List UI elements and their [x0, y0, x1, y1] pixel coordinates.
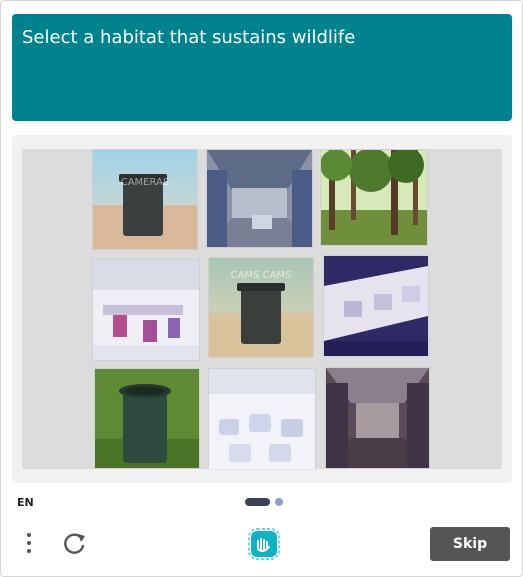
page-indicator	[245, 498, 285, 506]
grid-tile-trash-can-desert[interactable]: CAMS CAMS	[209, 258, 313, 357]
image-grid: CAMERAS CAMS CAMS	[22, 149, 502, 469]
captcha-widget: Select a habitat that sustains wildlife …	[0, 0, 523, 577]
language-selector[interactable]: EN	[17, 496, 34, 509]
skip-button[interactable]: Skip	[430, 527, 510, 561]
grid-tile-factory-white-robots[interactable]	[209, 369, 315, 469]
prompt-banner: Select a habitat that sustains wildlife	[12, 14, 512, 121]
grid-tile-factory-hall-dark[interactable]	[326, 368, 429, 468]
more-vertical-icon[interactable]	[19, 531, 39, 559]
hcaptcha-logo-icon	[247, 527, 281, 561]
challenge-area: CAMERAS CAMS CAMS	[12, 135, 512, 483]
tile-watermark: CAMS CAMS	[231, 270, 292, 281]
prompt-text: Select a habitat that sustains wildlife	[22, 27, 356, 48]
page-dot	[275, 498, 283, 506]
grid-tile-factory-white[interactable]	[93, 260, 199, 360]
grid-tile-factory-machinery-purple[interactable]	[324, 256, 428, 356]
grid-tile-forest[interactable]	[321, 150, 427, 245]
grid-tile-trash-can-grass[interactable]	[95, 369, 199, 468]
grid-tile-trash-can-desert[interactable]: CAMERAS	[93, 150, 197, 249]
tile-watermark: CAMERAS	[121, 177, 170, 188]
page-dot-active	[245, 498, 270, 506]
refresh-icon[interactable]	[61, 530, 89, 558]
grid-tile-factory-hall[interactable]	[207, 150, 312, 247]
